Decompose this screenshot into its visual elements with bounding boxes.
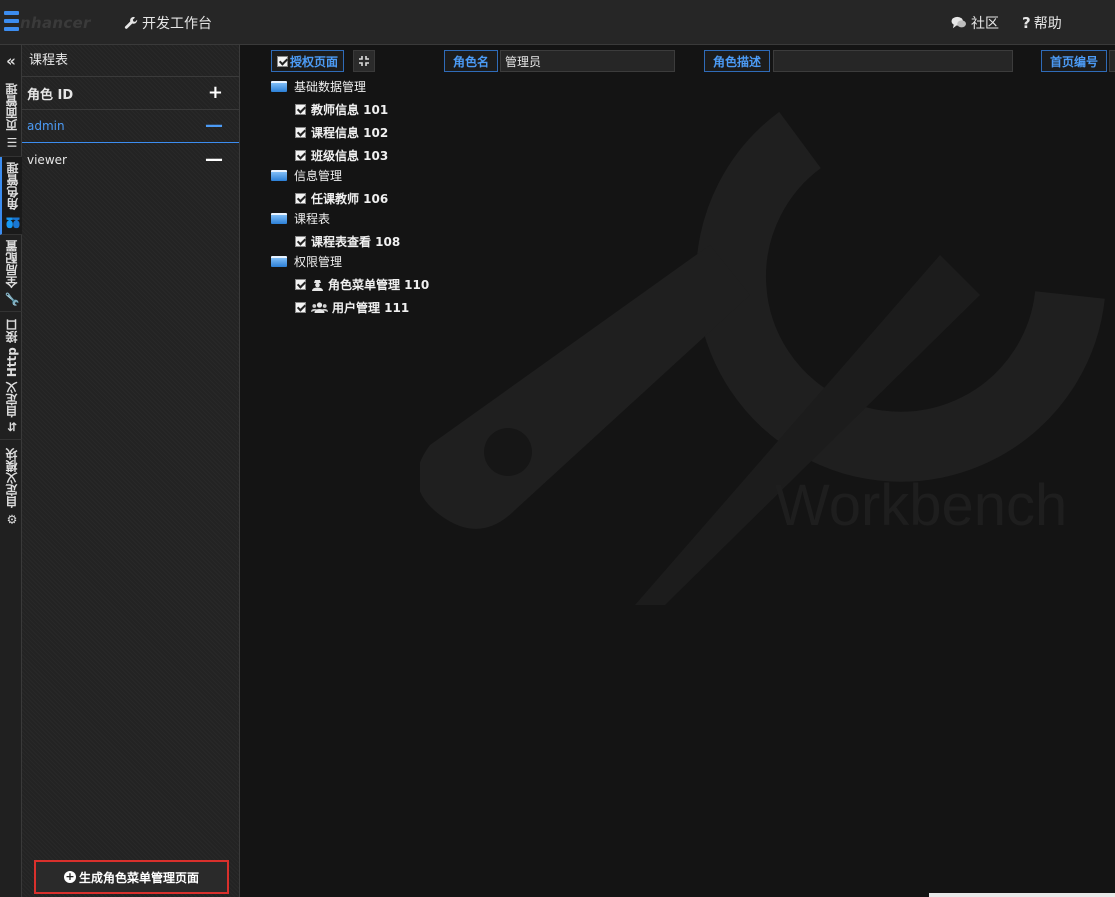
role-name-label: 角色名 bbox=[444, 50, 498, 72]
wrench-icon: 🔧 bbox=[4, 291, 19, 307]
tree-folder[interactable]: 课程表 bbox=[271, 210, 330, 227]
workbench-label: 开发工作台 bbox=[142, 16, 212, 32]
item-checkbox[interactable] bbox=[295, 279, 306, 290]
role-id-header: 角色 ID bbox=[27, 87, 74, 103]
tree-item[interactable]: 任课教师 106 bbox=[295, 190, 388, 207]
tab-role-management-label: 角色管理 bbox=[5, 162, 20, 211]
item-checkbox[interactable] bbox=[295, 193, 306, 204]
logo-text: nhancer bbox=[20, 14, 91, 32]
tree-item[interactable]: 课程信息 102 bbox=[295, 124, 388, 141]
top-bar: nhancer 开发工作台 社区 ? 帮助 bbox=[0, 0, 1115, 45]
help-label: 帮助 bbox=[1033, 16, 1062, 32]
role-id: viewer bbox=[27, 152, 67, 167]
main-panel: Workbench 授权页面 角色名 角色描述 首页编号 基础数据管理 教师信息… bbox=[240, 45, 1115, 897]
authorize-page-label: 授权页面 bbox=[289, 54, 338, 69]
item-checkbox[interactable] bbox=[295, 150, 306, 161]
wrench-icon bbox=[124, 16, 138, 29]
home-no-label: 首页编号 bbox=[1041, 50, 1107, 72]
tree-item-label: 用户管理 111 bbox=[332, 301, 410, 315]
arrows-icon: ⇆ bbox=[4, 421, 19, 432]
tree-item[interactable]: 用户管理 111 bbox=[295, 299, 409, 316]
vertical-tab-strip: « ☰ 页面管理 👥 角色管理 🔧 全局配置 ⇆ 自定义 Http 接口 ⚙ 自… bbox=[0, 45, 22, 897]
tab-page-management-label: 页面管理 bbox=[4, 83, 19, 132]
remove-role-button[interactable]: — bbox=[205, 150, 223, 169]
watermark-text: Workbench bbox=[775, 473, 1067, 538]
user-secret-icon bbox=[312, 279, 323, 291]
tab-global-config[interactable]: 🔧 全局配置 bbox=[0, 235, 22, 312]
role-id: admin bbox=[27, 119, 65, 133]
item-checkbox[interactable] bbox=[295, 104, 306, 115]
comments-icon bbox=[951, 16, 966, 29]
tab-custom-http-label: 自定义 Http 接口 bbox=[4, 319, 19, 418]
tree-item[interactable]: 班级信息 103 bbox=[295, 147, 388, 164]
tree-item-label: 教师信息 101 bbox=[311, 103, 389, 117]
tab-global-config-label: 全局配置 bbox=[4, 239, 19, 288]
tab-custom-module-label: 自定义模块 bbox=[4, 448, 19, 509]
tree-folder-label: 基础数据管理 bbox=[294, 80, 367, 94]
users-icon: 👥 bbox=[5, 214, 20, 229]
tab-custom-module[interactable]: ⚙ 自定义模块 bbox=[0, 440, 22, 535]
workbench-watermark: Workbench bbox=[420, 111, 1105, 605]
role-name-input[interactable] bbox=[500, 50, 675, 72]
tree-folder[interactable]: 基础数据管理 bbox=[271, 78, 366, 95]
authorize-page-button[interactable]: 授权页面 bbox=[271, 50, 344, 72]
tree-item[interactable]: 课程表查看 108 bbox=[295, 233, 400, 250]
item-checkbox[interactable] bbox=[295, 236, 306, 247]
tree-item-label: 课程表查看 108 bbox=[311, 235, 401, 249]
folder-icon bbox=[271, 213, 287, 224]
tree-item-label: 角色菜单管理 110 bbox=[328, 278, 430, 292]
sidebar-title: 课程表 bbox=[22, 45, 239, 77]
role-desc-input[interactable] bbox=[773, 50, 1013, 72]
role-item-admin[interactable]: admin — bbox=[22, 110, 239, 143]
item-checkbox[interactable] bbox=[295, 127, 306, 138]
tree-item-label: 任课教师 106 bbox=[311, 192, 389, 206]
tab-custom-http[interactable]: ⇆ 自定义 Http 接口 bbox=[0, 312, 22, 440]
help-link[interactable]: ? 帮助 bbox=[1022, 13, 1062, 33]
folder-icon bbox=[271, 81, 287, 92]
community-link[interactable]: 社区 bbox=[951, 13, 999, 33]
checkbox-icon bbox=[276, 55, 288, 67]
logo-mark bbox=[4, 11, 19, 31]
role-item-viewer[interactable]: viewer — bbox=[22, 143, 239, 176]
folder-icon bbox=[271, 256, 287, 267]
tree-folder[interactable]: 信息管理 bbox=[271, 167, 342, 184]
list-icon: ☰ bbox=[4, 135, 19, 150]
cubes-icon: ⚙ bbox=[4, 512, 19, 527]
tab-role-management[interactable]: 👥 角色管理 bbox=[0, 157, 22, 235]
tree-folder-label: 权限管理 bbox=[294, 255, 343, 269]
item-checkbox[interactable] bbox=[295, 302, 306, 313]
generate-role-menu-page-button[interactable]: + 生成角色菜单管理页面 bbox=[34, 860, 229, 894]
add-role-button[interactable]: + bbox=[208, 84, 223, 102]
plus-circle-icon: + bbox=[63, 870, 76, 883]
role-sidebar: 课程表 角色 ID + admin — viewer — + 生成角色菜单管理页… bbox=[22, 45, 240, 897]
folder-icon bbox=[271, 170, 287, 181]
tree-item[interactable]: 教师信息 101 bbox=[295, 101, 388, 118]
workbench-link[interactable]: 开发工作台 bbox=[124, 13, 212, 33]
tree-item[interactable]: 角色菜单管理 110 bbox=[295, 276, 429, 293]
collapse-sidebar-button[interactable]: « bbox=[0, 45, 22, 77]
tree-folder-label: 信息管理 bbox=[294, 169, 343, 183]
logo[interactable]: nhancer bbox=[4, 9, 91, 33]
bottom-scrollbar[interactable] bbox=[929, 893, 1115, 897]
tree-item-label: 班级信息 103 bbox=[311, 149, 389, 163]
home-no-input[interactable] bbox=[1109, 50, 1115, 72]
remove-role-button[interactable]: — bbox=[205, 117, 223, 135]
role-desc-label: 角色描述 bbox=[704, 50, 770, 72]
community-label: 社区 bbox=[971, 16, 999, 32]
users-icon bbox=[311, 302, 328, 313]
question-icon: ? bbox=[1022, 14, 1031, 32]
tree-item-label: 课程信息 102 bbox=[311, 126, 389, 140]
generate-button-label: 生成角色菜单管理页面 bbox=[78, 870, 199, 885]
tab-page-management[interactable]: ☰ 页面管理 bbox=[0, 77, 22, 157]
role-list-header: 角色 ID + bbox=[22, 77, 239, 110]
tree-folder[interactable]: 权限管理 bbox=[271, 253, 342, 270]
tree-folder-label: 课程表 bbox=[294, 212, 331, 226]
compress-icon[interactable] bbox=[353, 50, 375, 72]
